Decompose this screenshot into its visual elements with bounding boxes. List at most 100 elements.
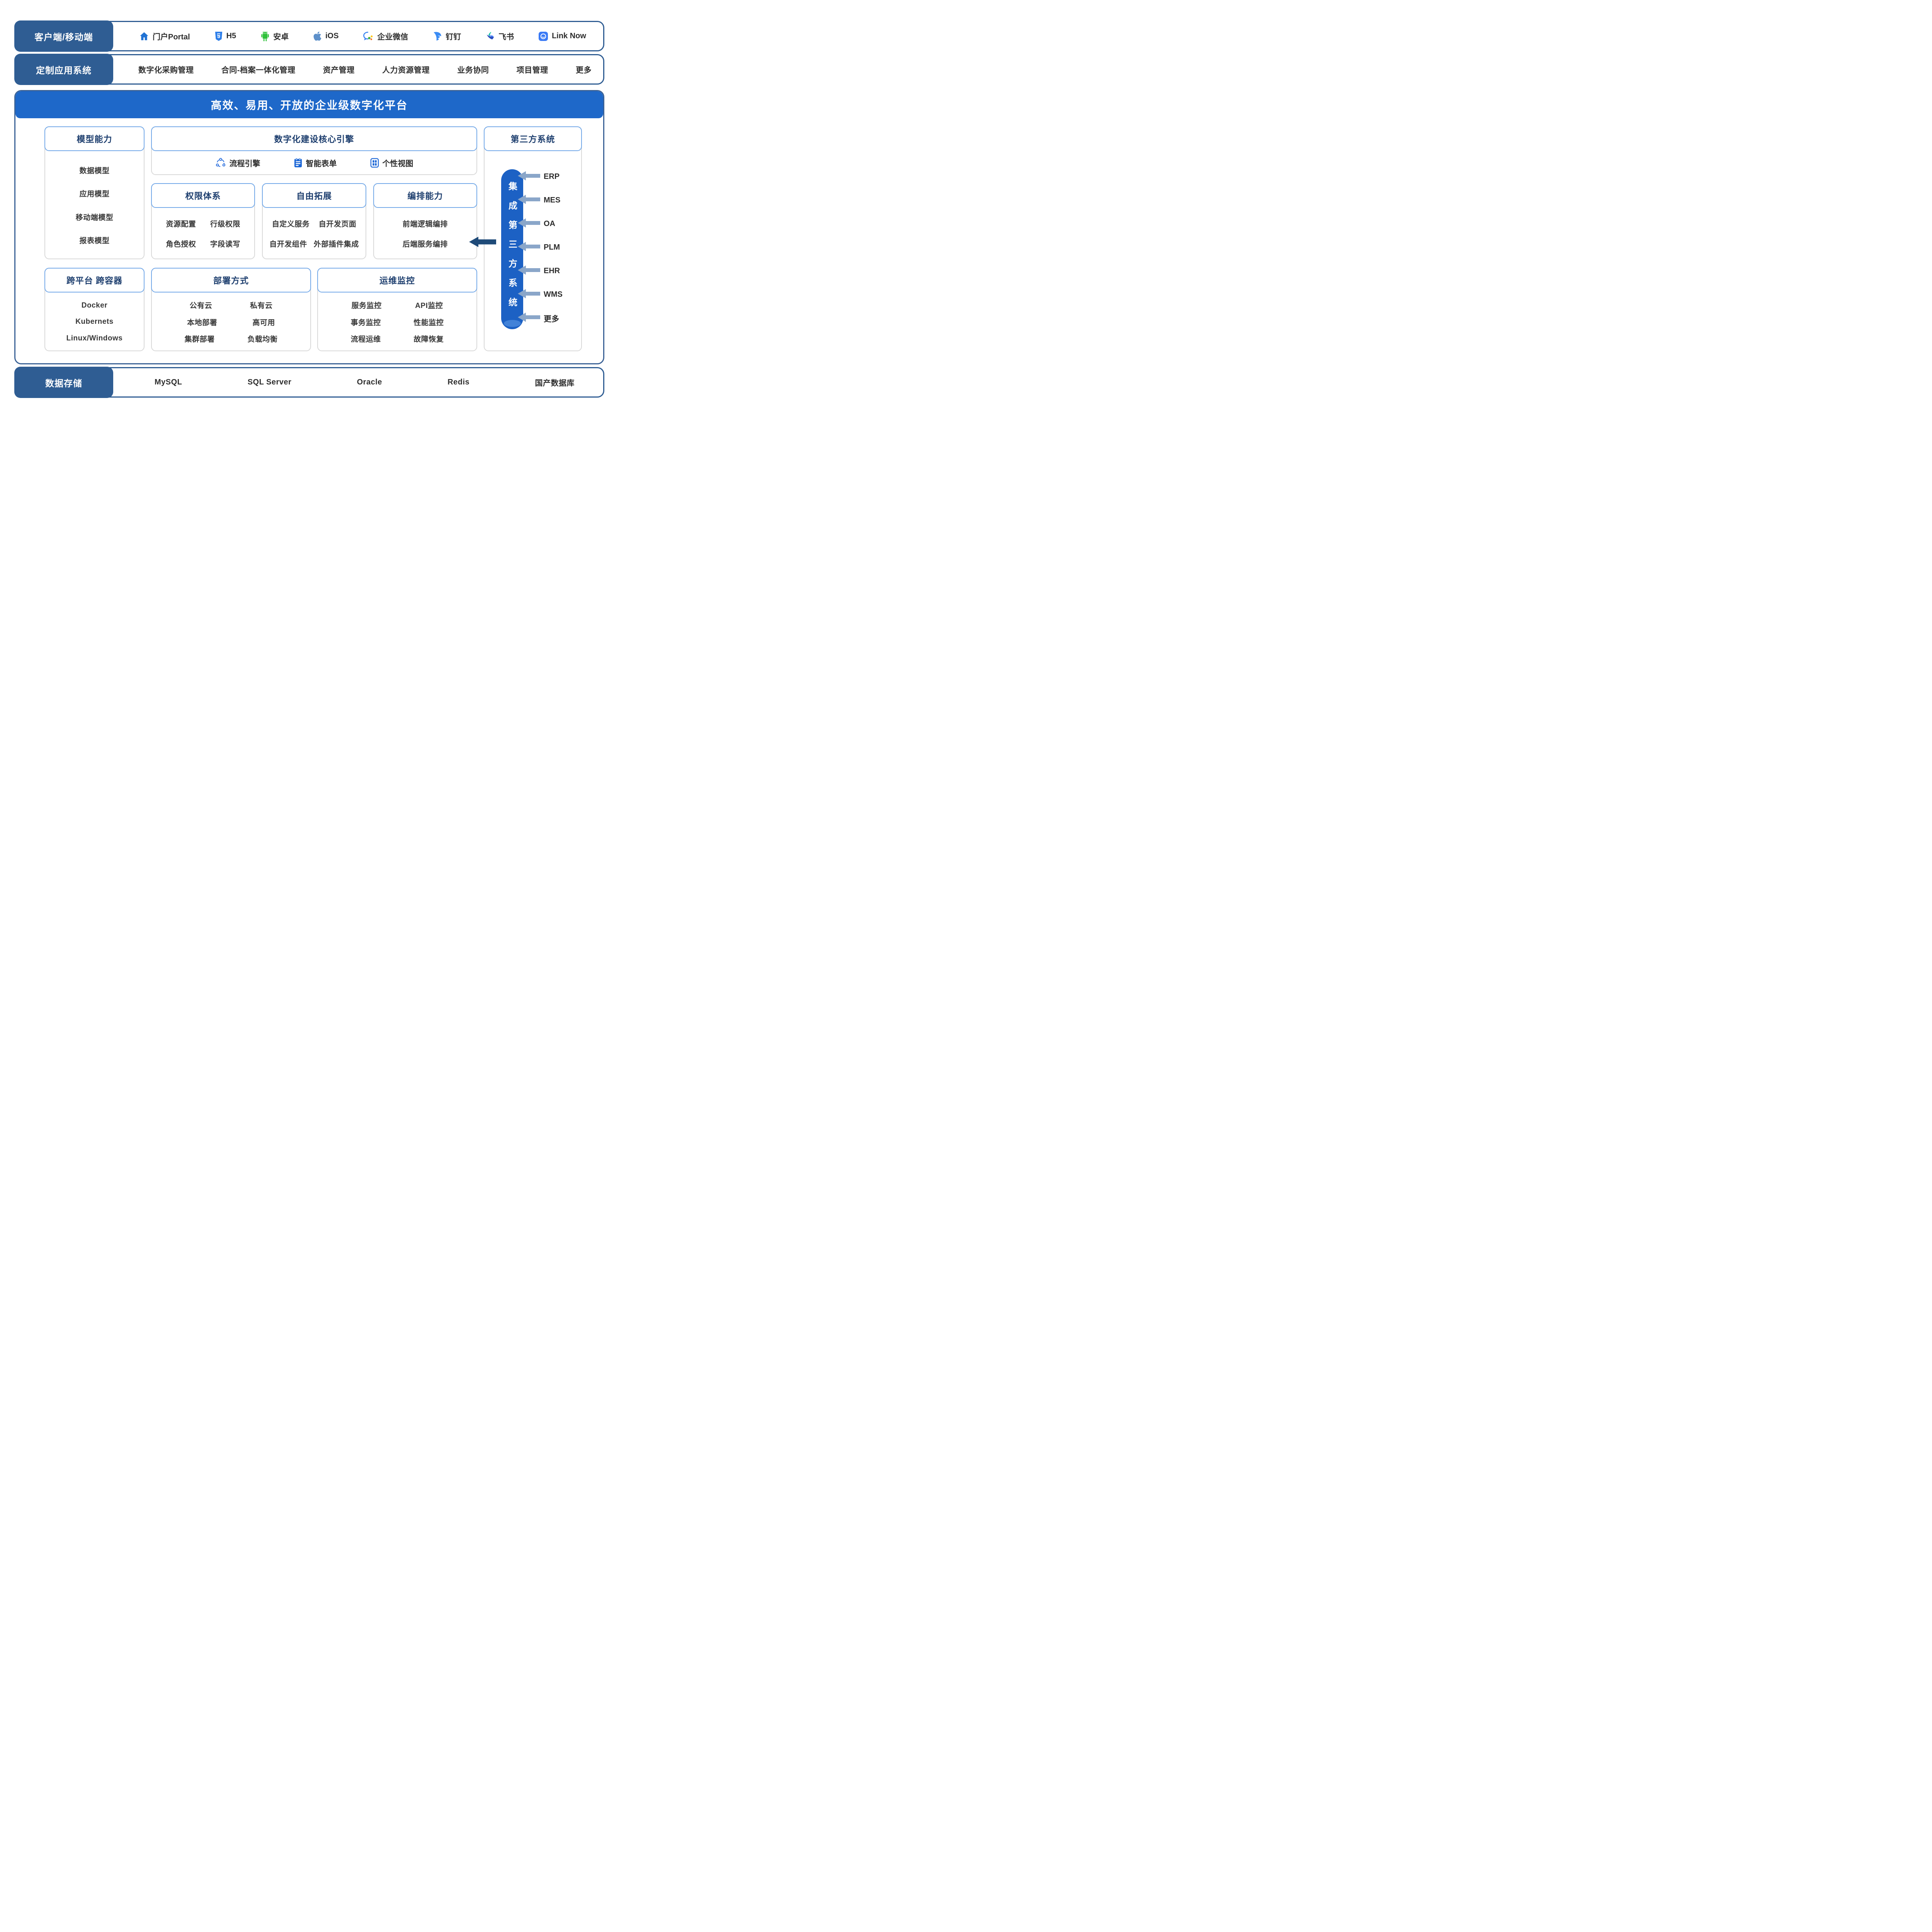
third-party-label: MES [544,196,560,205]
strip-custom-apps-label-text: 定制应用系统 [36,63,92,76]
ops-item: 性能监控 [413,317,444,327]
panel-title-text: 跨平台 跨容器 [66,274,122,286]
panel-cross-platform: 跨平台 跨容器 Docker Kubernets Linux/Windows [44,268,145,351]
linknow-icon [538,31,548,41]
ops-item: 故障恢复 [413,333,444,344]
engine-item-flow: 流程引擎 [215,157,260,168]
apple-icon [313,31,322,41]
ops-item: API监控 [415,300,443,310]
ops-item: 流程运维 [351,333,381,344]
left-arrow-icon [518,265,540,277]
permission-item: 字段读写 [210,238,240,249]
panel-ops-monitoring-title: 运维监控 [317,268,477,293]
client-item-label: 钉钉 [446,31,461,42]
strip-clients-label-text: 客户端/移动端 [34,30,93,43]
strip-data-storage-items: MySQL SQL Server Oracle Redis 国产数据库 [114,368,603,396]
android-icon [260,31,270,42]
panel-title-text: 权限体系 [185,189,221,202]
left-arrow-icon [518,171,540,183]
deployment-item: 高可用 [252,317,275,327]
storage-item: SQL Server [248,378,292,387]
panel-permission-body: 资源配置 行级权限 角色授权 字段读写 [152,209,254,259]
custom-view-icon [370,158,379,168]
platform-box: 高效、易用、开放的企业级数字化平台 模型能力 数据模型 应用模型 移动端模型 报… [14,90,604,364]
third-party-label: PLM [544,243,560,252]
client-item-linknow: Link Now [538,31,586,41]
third-party-row-wms: WMS [518,283,580,306]
app-item: 项目管理 [517,64,548,75]
storage-item: Redis [447,378,469,387]
dingtalk-icon [432,31,442,41]
client-item-label: 企业微信 [377,31,408,42]
engine-item-label: 智能表单 [306,157,337,168]
third-party-row-erp: ERP [518,165,580,189]
third-party-row-plm: PLM [518,236,580,259]
house-icon [139,31,149,41]
model-item: 应用模型 [45,188,144,199]
panel-deployment-body: 公有云 私有云 本地部署 高可用 集群部署 负载均衡 [152,293,310,350]
capability-row: 权限体系 资源配置 行级权限 角色授权 字段读写 [151,183,477,259]
panel-permission-title: 权限体系 [151,183,255,208]
platform-banner-title: 高效、易用、开放的企业级数字化平台 [211,97,408,112]
deploy-ops-row: 部署方式 公有云 私有云 本地部署 高可用 集群部署 负载 [151,268,477,351]
center-stack: 数字化建设核心引擎 流程引擎 智能表单 个性视图 [151,126,477,259]
panel-core-engine-body: 流程引擎 智能表单 个性视图 [152,151,476,174]
extension-item: 自定义服务 [272,218,310,229]
panel-model-capability: 模型能力 数据模型 应用模型 移动端模型 报表模型 [44,126,145,259]
panel-title-text: 第三方系统 [510,133,555,145]
third-party-label: EHR [544,267,560,276]
panel-title-text: 数字化建设核心引擎 [274,133,354,145]
storage-item: 国产数据库 [535,377,575,388]
panel-third-party-title: 第三方系统 [484,126,582,151]
platform-banner: 高效、易用、开放的企业级数字化平台 [15,91,603,118]
engine-item-label: 个性视图 [383,157,413,168]
cross-platform-item: Linux/Windows [45,334,144,343]
left-arrow-icon [518,194,540,206]
third-party-systems: ERP MES OA PLM [518,165,580,330]
cross-platform-item: Docker [45,301,144,310]
panel-orchestration-title: 编排能力 [373,183,477,208]
third-party-label: ERP [544,172,560,181]
client-item-android: 安卓 [260,31,289,42]
app-item: 合同-档案一体化管理 [221,64,296,75]
app-item: 人力资源管理 [382,64,430,75]
left-arrow-icon [518,312,540,324]
third-party-row-oa: OA [518,212,580,236]
client-item-wecom: 企业微信 [363,31,408,42]
panel-model-capability-title: 模型能力 [44,126,145,151]
deployment-item: 私有云 [250,300,273,310]
platform-content: 模型能力 数据模型 应用模型 移动端模型 报表模型 数字化建设核心引擎 [44,126,582,351]
extension-item: 外部插件集成 [314,238,359,249]
strip-data-storage-label: 数据存储 [14,367,113,398]
panel-cross-platform-title: 跨平台 跨容器 [44,268,145,293]
panel-extension: 自由拓展 自定义服务 自开发页面 自开发组件 外部插件集成 [262,183,366,259]
panel-ops-monitoring: 运维监控 服务监控 API监控 事务监控 性能监控 流程运维 [317,268,477,351]
third-party-label: 更多 [544,313,559,324]
strip-clients: 客户端/移动端 门户Portal H5 安卓 iOS 企业微信 [14,21,604,51]
ops-item: 服务监控 [352,300,382,310]
panel-model-capability-body: 数据模型 应用模型 移动端模型 报表模型 [45,152,144,259]
permission-item: 资源配置 [166,218,196,229]
panel-orchestration: 编排能力 前端逻辑编排 后端服务编排 [373,183,477,259]
deployment-item: 公有云 [190,300,213,310]
strip-clients-items: 门户Portal H5 安卓 iOS 企业微信 钉钉 [114,22,603,50]
panel-extension-title: 自由拓展 [262,183,366,208]
orchestration-item: 后端服务编排 [374,238,476,249]
client-item-portal: 门户Portal [139,31,190,42]
flow-engine-icon [215,157,226,168]
storage-item: MySQL [155,378,182,387]
panel-extension-body: 自定义服务 自开发页面 自开发组件 外部插件集成 [263,209,365,259]
client-item-label: Link Now [552,32,586,41]
left-arrow-icon [518,218,540,230]
deployment-item: 本地部署 [187,317,217,327]
architecture-diagram: 客户端/移动端 门户Portal H5 安卓 iOS 企业微信 [0,0,618,422]
panel-title-text: 部署方式 [213,274,249,286]
integration-pill-text: 集成第三方系统 [506,182,519,317]
panel-orchestration-body: 前端逻辑编排 后端服务编排 [374,209,476,259]
engine-item-label: 流程引擎 [230,157,260,168]
client-item-ios: iOS [313,31,338,41]
cross-platform-item: Kubernets [45,318,144,326]
extension-item: 自开发组件 [269,238,307,249]
panel-title-text: 自由拓展 [296,189,332,202]
panel-deployment: 部署方式 公有云 私有云 本地部署 高可用 集群部署 负载 [151,268,311,351]
